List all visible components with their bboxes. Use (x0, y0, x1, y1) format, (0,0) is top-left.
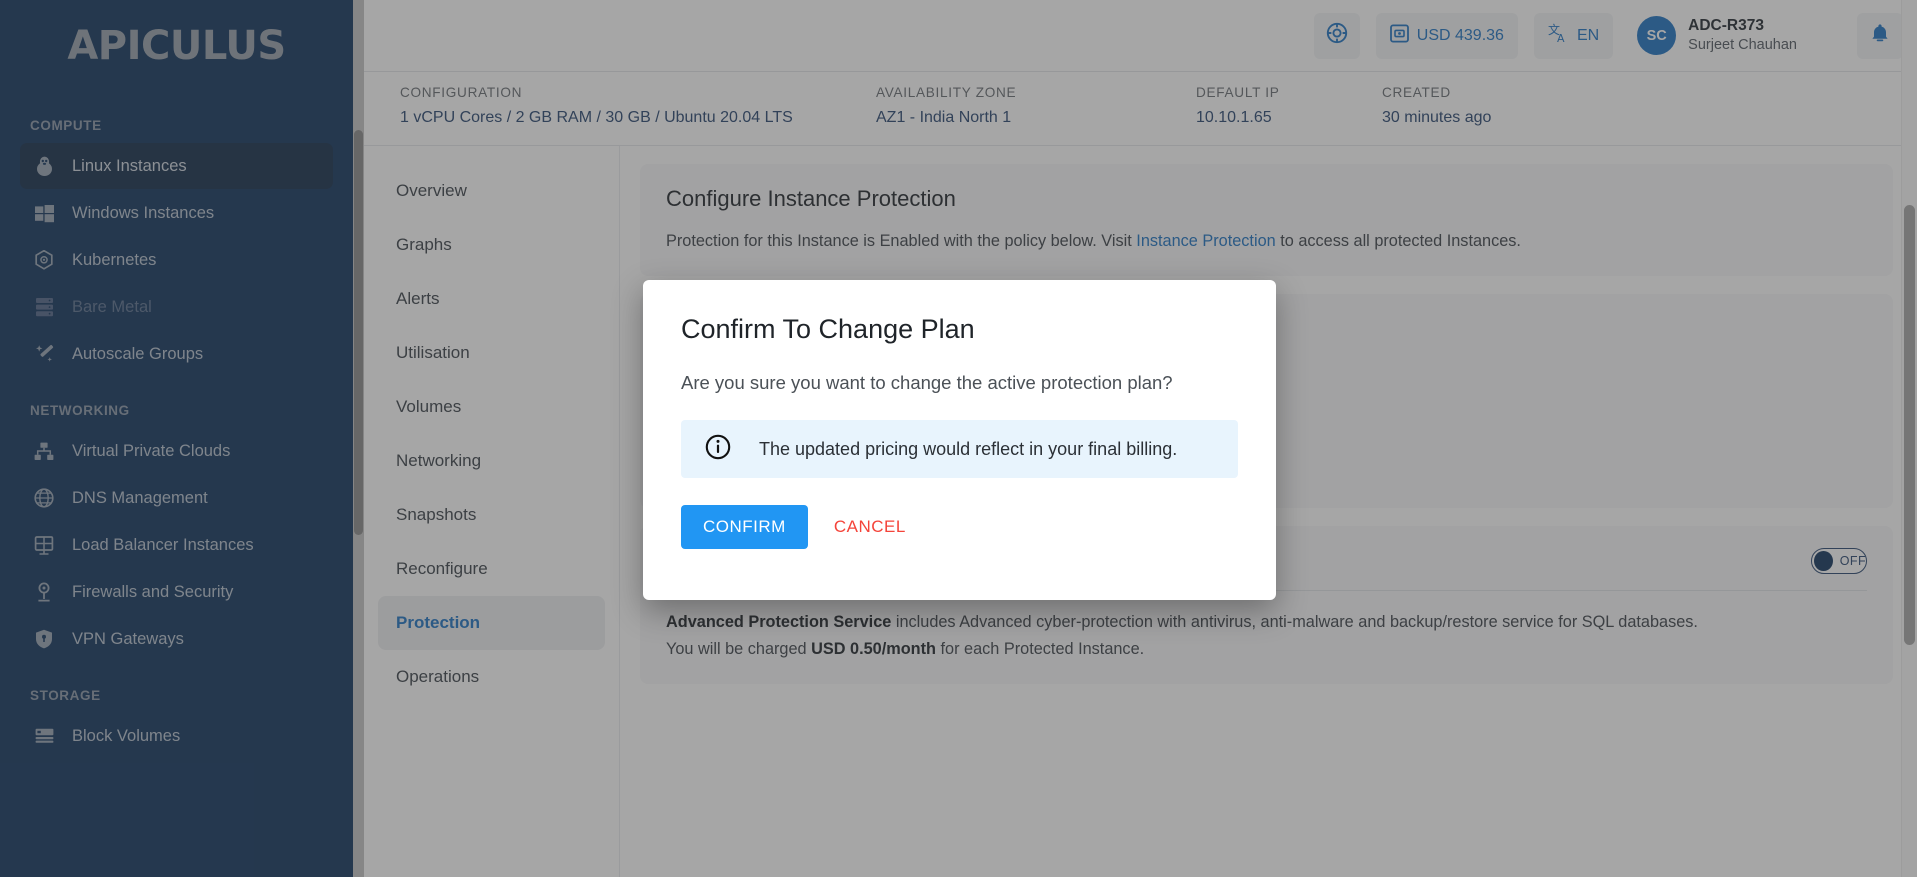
confirm-button[interactable]: CONFIRM (681, 505, 808, 549)
dialog-title: Confirm To Change Plan (681, 314, 1238, 345)
dialog-question: Are you sure you want to change the acti… (681, 372, 1238, 394)
cancel-button[interactable]: CANCEL (834, 517, 906, 537)
dialog-info-text: The updated pricing would reflect in you… (759, 439, 1177, 460)
dialog-info-banner: The updated pricing would reflect in you… (681, 420, 1238, 478)
dialog-button-row: CONFIRM CANCEL (681, 505, 1238, 549)
application-window: APICULUS COMPUTE Linux Instances Windows… (0, 0, 1917, 877)
info-circle-icon (705, 434, 731, 465)
confirm-change-plan-dialog: Confirm To Change Plan Are you sure you … (643, 280, 1276, 600)
